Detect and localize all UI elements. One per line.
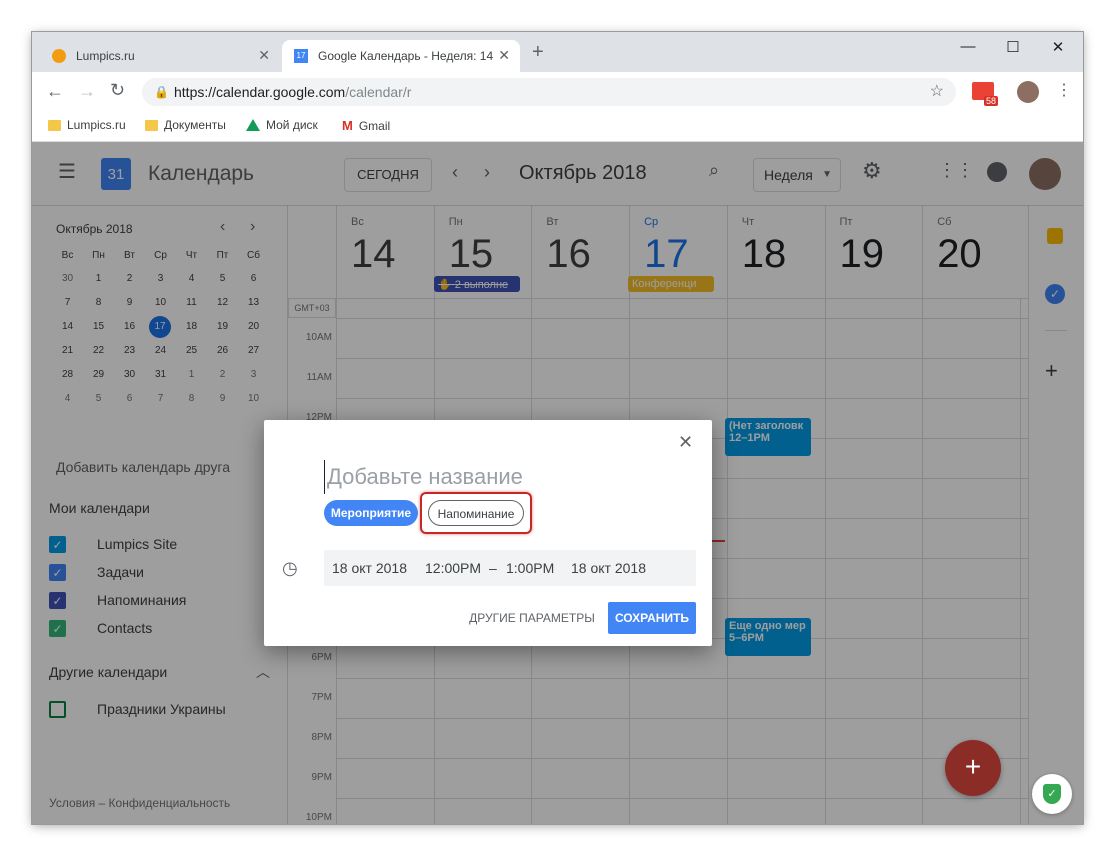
mail-badge: 58 [983,96,998,106]
create-event-fab[interactable]: + [945,740,1001,796]
end-date[interactable]: 18 окт 2018 [571,550,646,586]
calendar-favicon-icon: 17 [294,49,308,63]
tab-strip: Lumpics.ru ✕ 17 Google Календарь - Недел… [32,32,1083,72]
tab-title: Lumpics.ru [76,49,135,63]
close-tab-icon[interactable]: ✕ [258,47,270,64]
forward-icon[interactable]: → [78,81,96,102]
drive-icon [246,119,260,131]
clock-icon: ◷ [282,558,298,578]
bookmark-label: Документы [164,118,226,132]
menu-dots-icon[interactable]: ⋮ [1056,80,1072,100]
reminder-type-tab[interactable]: Напоминание [428,500,524,526]
lock-icon: 🔒 [154,85,169,99]
calendar-app: ☰ 31 Календарь СЕГОДНЯ ‹ › Октябрь 2018 … [32,142,1083,824]
url-path: /calendar/r [345,84,412,100]
gmail-extension-icon[interactable]: 58 [972,82,998,106]
bookmark-documents[interactable]: Документы [145,118,226,132]
tab-lumpics[interactable]: Lumpics.ru ✕ [40,40,280,72]
reload-icon[interactable]: ↻ [110,80,125,101]
more-options-button[interactable]: ДРУГИЕ ПАРАМЕТРЫ [460,602,604,634]
event-type-tab[interactable]: Мероприятие [324,500,418,526]
folder-icon [145,119,158,131]
browser-window: Lumpics.ru ✕ 17 Google Календарь - Недел… [32,32,1083,824]
new-tab-icon[interactable]: + [532,42,544,62]
quick-create-dialog: ✕ Добавьте название Мероприятие Напомина… [264,420,712,646]
folder-icon [48,119,61,131]
save-button[interactable]: СОХРАНИТЬ [608,602,696,634]
back-icon[interactable]: ← [46,81,64,102]
star-icon[interactable]: ☆ [930,78,944,106]
bookmark-gmail[interactable]: M Gmail [342,118,390,133]
bookmark-label: Lumpics.ru [67,118,126,132]
close-window-icon[interactable]: ✕ [1041,38,1075,62]
minimize-icon[interactable]: — [951,38,985,62]
bookmarks-bar: Lumpics.ru Документы Мой диск M Gmail [32,112,1083,142]
address-bar: ← → ↻ 🔒 https://calendar.google.com/cale… [32,72,1083,112]
gmail-icon: M [342,118,353,133]
bookmark-lumpics[interactable]: Lumpics.ru [48,118,126,132]
url-host: https://calendar.google.com [174,84,346,100]
time-dash: – [489,560,497,576]
shield-icon: ✓ [1043,784,1061,804]
bookmark-my-drive[interactable]: Мой диск [246,118,318,132]
tab-title: Google Календарь - Неделя: 14 [318,49,494,63]
shield-extension-icon[interactable]: ✓ [1032,774,1072,814]
url-field[interactable]: 🔒 https://calendar.google.com/calendar/r… [142,78,956,106]
close-tab-icon[interactable]: ✕ [498,47,510,64]
title-input[interactable]: Добавьте название [324,460,686,494]
tab-google-calendar[interactable]: 17 Google Календарь - Неделя: 14 ✕ [282,40,520,72]
profile-avatar[interactable] [1017,81,1039,103]
end-time[interactable]: 1:00PM [506,550,554,586]
datetime-row: 18 окт 2018 12:00PM – 1:00PM 18 окт 2018 [324,550,696,586]
maximize-icon[interactable]: ☐ [996,38,1030,62]
orange-favicon-icon [52,49,66,63]
bookmark-label: Мой диск [266,118,318,132]
start-date[interactable]: 18 окт 2018 [332,550,407,586]
close-dialog-icon[interactable]: ✕ [678,432,693,453]
start-time[interactable]: 12:00PM [425,550,481,586]
bookmark-label: Gmail [358,118,391,133]
